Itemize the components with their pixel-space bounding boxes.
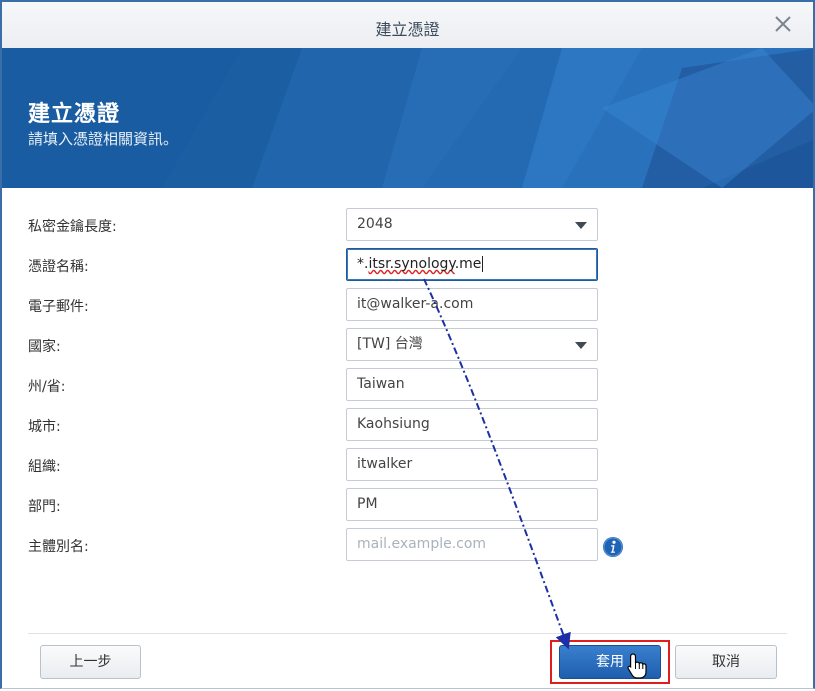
key-length-label: 私密金鑰長度: <box>28 219 117 235</box>
cert-name-prefix: *. <box>357 256 369 272</box>
cert-name-suffix: .me <box>454 256 482 272</box>
dialog-titlebar: 建立憑證 <box>2 2 813 49</box>
row-organization: 組織: itwalker <box>2 448 815 482</box>
row-city: 城市: Kaohsiung <box>2 408 815 442</box>
state-input[interactable]: Taiwan <box>346 368 598 401</box>
department-input[interactable]: PM <box>346 488 598 521</box>
row-email: 電子郵件: it@walker-a.com <box>2 288 815 322</box>
state-label: 州/省: <box>28 379 66 395</box>
country-select[interactable]: [TW] 台灣 <box>346 328 598 361</box>
chevron-down-icon[interactable] <box>575 342 587 349</box>
subject-alt-name-label: 主體別名: <box>28 539 89 555</box>
cert-name-label: 憑證名稱: <box>28 259 89 275</box>
row-key-length: 私密金鑰長度: 2048 <box>2 208 815 242</box>
header-banner: 建立憑證 請填入憑證相關資訊。 <box>2 48 813 188</box>
cert-name-input[interactable]: *.itsr.synology.me <box>346 248 598 281</box>
cancel-button[interactable]: 取消 <box>675 645 777 679</box>
footer-divider <box>28 633 787 634</box>
email-label: 電子郵件: <box>28 299 89 315</box>
row-cert-name: 憑證名稱: *.itsr.synology.me <box>2 248 815 282</box>
banner-background <box>2 48 813 188</box>
department-label: 部門: <box>28 499 61 515</box>
chevron-down-icon[interactable] <box>575 222 587 229</box>
dialog-title: 建立憑證 <box>375 20 440 39</box>
organization-input[interactable]: itwalker <box>346 448 598 481</box>
banner-heading: 建立憑證 <box>28 102 121 127</box>
row-country: 國家: [TW] 台灣 <box>2 328 815 362</box>
country-label: 國家: <box>28 339 61 355</box>
country-value: [TW] 台灣 <box>357 336 423 352</box>
row-department: 部門: PM <box>2 488 815 522</box>
email-input[interactable]: it@walker-a.com <box>346 288 598 321</box>
apply-highlight-box <box>550 640 670 684</box>
create-certificate-dialog: 建立憑證 建立憑證 請填入憑證相關資訊。 私密金鑰長度: 2048 憑證名稱: … <box>0 0 815 689</box>
cert-name-spellcheck: itsr.synology <box>368 256 455 272</box>
subject-alt-name-input[interactable]: mail.example.com <box>346 528 598 561</box>
banner-subtitle: 請填入憑證相關資訊。 <box>28 130 179 148</box>
close-icon[interactable] <box>773 14 793 34</box>
text-caret <box>482 256 484 272</box>
row-subject-alt-name: 主體別名: mail.example.com <box>2 528 815 562</box>
back-button[interactable]: 上一步 <box>40 645 141 679</box>
key-length-select[interactable]: 2048 <box>346 208 598 241</box>
row-state: 州/省: Taiwan <box>2 368 815 402</box>
organization-label: 組織: <box>28 459 61 475</box>
key-length-value: 2048 <box>357 216 393 232</box>
city-label: 城市: <box>28 419 61 435</box>
info-icon[interactable] <box>602 536 624 558</box>
city-input[interactable]: Kaohsiung <box>346 408 598 441</box>
